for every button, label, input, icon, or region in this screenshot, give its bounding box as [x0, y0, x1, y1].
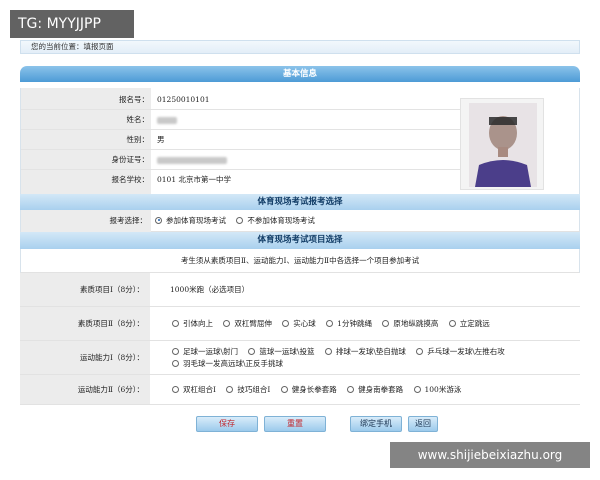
- exam-items-header: 体育现场考试项目选择: [20, 232, 580, 249]
- option-pull-up[interactable]: 引体向上: [172, 307, 213, 341]
- option-label: 排球一发球\垫自抛球: [335, 347, 406, 356]
- info-row-gender: 性别： 男: [21, 130, 461, 150]
- radio-volleyball[interactable]: [324, 347, 332, 355]
- option-southern-fist[interactable]: 健身南拳套路: [347, 375, 403, 405]
- radio-long-fist[interactable]: [280, 385, 288, 393]
- redacted-name: [157, 116, 177, 124]
- info-label-name: 姓名：: [126, 115, 150, 124]
- option-label: 立定跳远: [459, 319, 490, 328]
- option-attend-label: 参加体育现场考试: [166, 216, 226, 225]
- option-label: 健身长拳套路: [291, 385, 337, 394]
- radio-not-attend[interactable]: [236, 216, 244, 224]
- breadcrumb: 您的当前位置：填报页面: [20, 40, 580, 54]
- option-label: 篮球一运球\投篮: [259, 347, 315, 356]
- radio-swimming[interactable]: [413, 385, 421, 393]
- info-value-gender: 男: [157, 135, 165, 144]
- info-row-idcard: 身份证号：: [21, 150, 461, 170]
- info-value-name: [157, 110, 177, 130]
- radio-pull-up[interactable]: [172, 319, 179, 327]
- exam-choice-label: 报考选择：: [21, 210, 151, 232]
- info-row-regno: 报名号： 01250010101: [21, 90, 461, 110]
- section-quality-2-options: 引体向上 双杠臂屈伸 实心球 1分钟跳绳 原地纵跳摸高 立定跳远: [150, 307, 580, 340]
- bind-phone-button[interactable]: 绑定手机: [350, 416, 402, 432]
- option-label: 双杠臂屈伸: [234, 319, 272, 328]
- option-label: 双杠组合Ⅰ: [183, 385, 216, 394]
- option-basketball[interactable]: 篮球一运球\投篮: [248, 346, 314, 358]
- option-label: 健身南拳套路: [358, 385, 404, 394]
- watermark-bottom-right: www.shijiebeixiazhu.org: [390, 442, 590, 468]
- student-photo: [469, 103, 537, 187]
- section-quality-1-value: 1000米跑（必选项目）: [150, 273, 580, 306]
- exam-choice-header: 体育现场考试报考选择: [20, 194, 580, 210]
- info-label-idcard: 身份证号：: [111, 155, 150, 164]
- info-label-school: 报名学校：: [111, 175, 150, 184]
- option-not-attend[interactable]: 不参加体育现场考试: [236, 210, 315, 232]
- student-photo-frame: [460, 98, 544, 190]
- option-football[interactable]: 足球一运球\射门: [172, 346, 238, 358]
- back-button[interactable]: 返回: [408, 416, 438, 432]
- exam-choice-options: 参加体育现场考试 不参加体育现场考试: [155, 210, 323, 232]
- radio-basketball[interactable]: [248, 347, 256, 355]
- option-parallel-bars[interactable]: 双杠组合Ⅰ: [172, 375, 216, 405]
- section-ability-1: 运动能力Ⅰ（8分）： 足球一运球\射门 篮球一运球\投篮 排球一发球\垫自抛球 …: [20, 341, 580, 375]
- info-label-regno: 报名号：: [119, 95, 149, 104]
- exam-choice-row: 报考选择： 参加体育现场考试 不参加体育现场考试: [20, 210, 580, 232]
- option-label: 实心球: [293, 319, 316, 328]
- section-quality-2-label: 素质项目Ⅱ（8分）：: [20, 307, 150, 340]
- option-tumbling[interactable]: 技巧组合Ⅰ: [226, 375, 270, 405]
- option-label: 100米游泳: [424, 385, 462, 394]
- info-row-name: 姓名：: [21, 110, 461, 130]
- option-long-fist[interactable]: 健身长拳套路: [280, 375, 337, 405]
- option-label: 原地纵跳摸高: [393, 319, 439, 328]
- info-value-school: 0101 北京市第一中学: [157, 175, 231, 184]
- watermark-top-left: TG: MYYJJPP: [10, 10, 134, 38]
- reset-button[interactable]: 重置: [264, 416, 326, 432]
- exam-items-note: 考生须从素质项目Ⅱ、运动能力Ⅰ、运动能力Ⅱ中各选择一个项目参加考试: [20, 249, 580, 273]
- option-long-jump[interactable]: 立定跳远: [448, 307, 490, 341]
- option-label: 1分钟跳绳: [337, 319, 372, 328]
- section-ability-2-label: 运动能力Ⅱ（6分）：: [20, 375, 150, 404]
- option-label: 乒乓球一发球\左推右攻: [427, 347, 505, 356]
- section-quality-1-label: 素质项目Ⅰ（8分）：: [20, 273, 150, 306]
- info-row-school: 报名学校： 0101 北京市第一中学: [21, 170, 461, 190]
- radio-medicine-ball[interactable]: [282, 319, 290, 327]
- option-table-tennis[interactable]: 乒乓球一发球\左推右攻: [416, 346, 505, 358]
- option-label: 足球一运球\射门: [183, 347, 239, 356]
- section-quality-1: 素质项目Ⅰ（8分）： 1000米跑（必选项目）: [20, 273, 580, 307]
- info-value-regno: 01250010101: [157, 95, 210, 104]
- redacted-idcard: [157, 156, 227, 164]
- option-medicine-ball[interactable]: 实心球: [282, 307, 316, 341]
- option-dips[interactable]: 双杠臂屈伸: [223, 307, 272, 341]
- info-label-gender: 性别：: [126, 135, 150, 144]
- section-ability-2: 运动能力Ⅱ（6分）： 双杠组合Ⅰ 技巧组合Ⅰ 健身长拳套路 健身南拳套路 100…: [20, 375, 580, 405]
- save-button[interactable]: 保存: [196, 416, 258, 432]
- radio-southern-fist[interactable]: [347, 385, 355, 393]
- section-ability-1-options: 足球一运球\射门 篮球一运球\投篮 排球一发球\垫自抛球 乒乓球一发球\左推右攻…: [150, 341, 580, 374]
- radio-tumbling[interactable]: [226, 385, 234, 393]
- option-swimming[interactable]: 100米游泳: [413, 375, 462, 405]
- radio-vertical-jump[interactable]: [382, 319, 390, 327]
- option-vertical-jump[interactable]: 原地纵跳摸高: [382, 307, 438, 341]
- basic-info-header: 基本信息: [20, 66, 580, 82]
- option-rope-skipping[interactable]: 1分钟跳绳: [326, 307, 372, 341]
- option-label: 技巧组合Ⅰ: [237, 385, 271, 394]
- option-attend[interactable]: 参加体育现场考试: [155, 210, 226, 232]
- section-ability-1-label: 运动能力Ⅰ（8分）：: [20, 341, 150, 374]
- radio-attend[interactable]: [155, 216, 162, 224]
- option-badminton[interactable]: 羽毛球一发高远球\正反手挑球: [172, 358, 283, 370]
- section-quality-2: 素质项目Ⅱ（8分）： 引体向上 双杠臂屈伸 实心球 1分钟跳绳 原地纵跳摸高 立…: [20, 307, 580, 341]
- radio-long-jump[interactable]: [448, 319, 456, 327]
- radio-badminton[interactable]: [172, 359, 179, 367]
- radio-table-tennis[interactable]: [416, 347, 424, 355]
- radio-rope-skipping[interactable]: [326, 319, 334, 327]
- radio-dips[interactable]: [223, 319, 231, 327]
- option-volleyball[interactable]: 排球一发球\垫自抛球: [324, 346, 406, 358]
- option-label: 引体向上: [183, 319, 213, 328]
- option-not-attend-label: 不参加体育现场考试: [247, 216, 315, 225]
- option-label: 羽毛球一发高远球\正反手挑球: [183, 359, 284, 368]
- section-ability-2-options: 双杠组合Ⅰ 技巧组合Ⅰ 健身长拳套路 健身南拳套路 100米游泳: [150, 375, 580, 404]
- radio-football[interactable]: [172, 347, 179, 355]
- info-value-idcard: [157, 150, 227, 170]
- radio-parallel-bars[interactable]: [172, 385, 179, 393]
